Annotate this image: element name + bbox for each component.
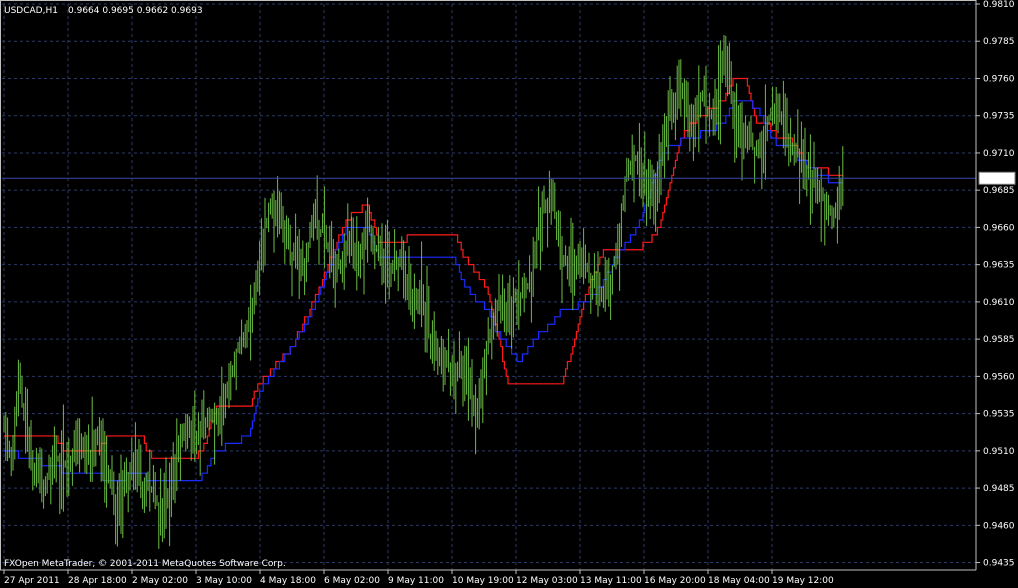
symbol-label: USDCAD,H1 — [4, 6, 58, 16]
current-price-value: 0.9693 — [982, 174, 1014, 184]
x-tick-label-10: 16 May 20:00 — [644, 576, 706, 586]
x-tick-label-7: 10 May 19:00 — [452, 576, 514, 586]
x-tick-label-12: 19 May 12:00 — [772, 576, 834, 586]
x-tick-label-1: 28 Apr 18:00 — [68, 576, 127, 586]
x-tick-label-0: 27 Apr 2011 — [4, 576, 60, 586]
y-tick-label-9: 0.9585 — [983, 335, 1015, 345]
x-tick-label-2: 2 May 02:00 — [132, 576, 188, 586]
y-tick-label-3: 0.9735 — [983, 112, 1015, 122]
x-tick-label-11: 18 May 04:00 — [708, 576, 770, 586]
x-tick-label-9: 13 May 11:00 — [580, 576, 642, 586]
x-tick-label-5: 6 May 02:00 — [324, 576, 380, 586]
y-tick-label-2: 0.9760 — [983, 74, 1015, 84]
y-tick-label-8: 0.9610 — [983, 298, 1015, 308]
y-tick-label-4: 0.9710 — [983, 149, 1015, 159]
x-tick-label-3: 3 May 10:00 — [196, 576, 252, 586]
y-tick-label-12: 0.9510 — [983, 447, 1015, 457]
copyright-notice: FXOpen MetaTrader, © 2001-2011 MetaQuote… — [4, 559, 286, 569]
x-tick-label-6: 9 May 11:00 — [388, 576, 444, 586]
y-tick-label-14: 0.9460 — [983, 521, 1015, 531]
ohlc-values: 0.9664 0.9695 0.9662 0.9693 — [68, 6, 203, 16]
y-tick-label-0: 0.9810 — [983, 0, 1015, 10]
x-tick-label-4: 4 May 18:00 — [260, 576, 316, 586]
chart-background — [0, 0, 1018, 588]
y-tick-label-11: 0.9535 — [983, 410, 1015, 420]
y-tick-label-7: 0.9635 — [983, 261, 1015, 271]
x-tick-label-8: 12 May 03:00 — [516, 576, 578, 586]
y-tick-label-13: 0.9485 — [983, 484, 1015, 494]
y-tick-label-15: 0.9435 — [983, 559, 1015, 569]
y-tick-label-10: 0.9560 — [983, 372, 1015, 382]
price-chart[interactable]: 0.9810 0.9785 0.9760 0.9735 0.9710 0.9685 0.96… — [0, 0, 1018, 588]
y-tick-label-6: 0.9660 — [983, 223, 1015, 233]
y-tick-label-5: 0.9685 — [983, 186, 1015, 196]
y-tick-label-1: 0.9785 — [983, 37, 1015, 47]
current-price-tag: 0.9693 — [978, 171, 1016, 185]
